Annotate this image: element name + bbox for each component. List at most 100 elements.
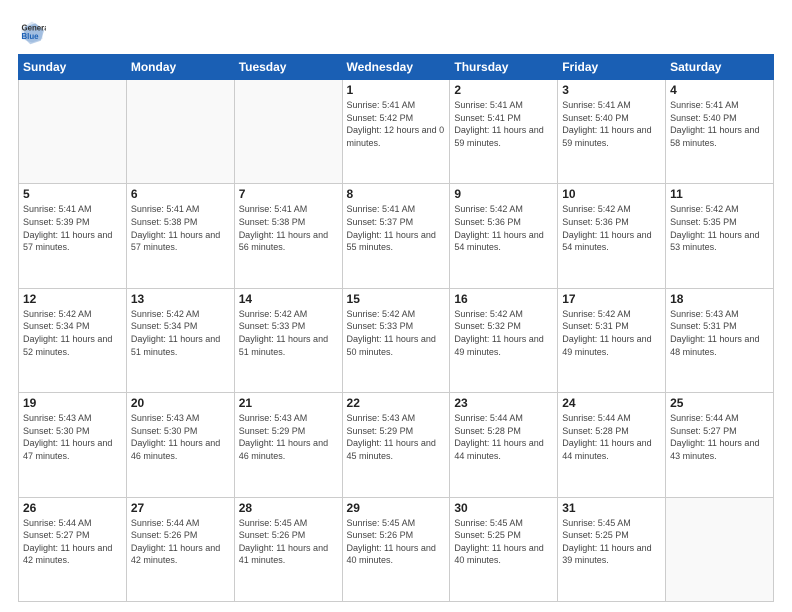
cell-info: Sunrise: 5:42 AMSunset: 5:32 PMDaylight:… (454, 308, 553, 358)
cell-info: Sunrise: 5:44 AMSunset: 5:26 PMDaylight:… (131, 517, 230, 567)
day-header-monday: Monday (126, 55, 234, 80)
day-number: 4 (670, 83, 769, 97)
day-number: 6 (131, 187, 230, 201)
calendar-cell: 29 Sunrise: 5:45 AMSunset: 5:26 PMDayligh… (342, 497, 450, 601)
cell-info: Sunrise: 5:43 AMSunset: 5:31 PMDaylight:… (670, 308, 769, 358)
day-number: 28 (239, 501, 338, 515)
cell-info: Sunrise: 5:43 AMSunset: 5:29 PMDaylight:… (347, 412, 446, 462)
cell-info: Sunrise: 5:42 AMSunset: 5:35 PMDaylight:… (670, 203, 769, 253)
calendar-week-row: 26 Sunrise: 5:44 AMSunset: 5:27 PMDayligh… (19, 497, 774, 601)
calendar-cell: 2 Sunrise: 5:41 AMSunset: 5:41 PMDaylight… (450, 80, 558, 184)
day-number: 26 (23, 501, 122, 515)
calendar-cell: 9 Sunrise: 5:42 AMSunset: 5:36 PMDaylight… (450, 184, 558, 288)
calendar-cell: 27 Sunrise: 5:44 AMSunset: 5:26 PMDayligh… (126, 497, 234, 601)
cell-info: Sunrise: 5:44 AMSunset: 5:28 PMDaylight:… (454, 412, 553, 462)
cell-info: Sunrise: 5:41 AMSunset: 5:40 PMDaylight:… (670, 99, 769, 149)
calendar-cell (126, 80, 234, 184)
cell-info: Sunrise: 5:41 AMSunset: 5:42 PMDaylight:… (347, 99, 446, 149)
calendar-week-row: 19 Sunrise: 5:43 AMSunset: 5:30 PMDayligh… (19, 393, 774, 497)
day-number: 30 (454, 501, 553, 515)
day-number: 18 (670, 292, 769, 306)
page: General Blue SundayMondayTuesdayWednesda… (0, 0, 792, 612)
cell-info: Sunrise: 5:42 AMSunset: 5:34 PMDaylight:… (131, 308, 230, 358)
calendar-cell: 21Sunrise: 5:43 AMSunset: 5:29 PMDayligh… (234, 393, 342, 497)
cell-info: Sunrise: 5:45 AMSunset: 5:26 PMDaylight:… (239, 517, 338, 567)
day-number: 24 (562, 396, 661, 410)
cell-info: Sunrise: 5:42 AMSunset: 5:36 PMDaylight:… (562, 203, 661, 253)
calendar-cell: 16 Sunrise: 5:42 AMSunset: 5:32 PMDayligh… (450, 288, 558, 392)
cell-info: Sunrise: 5:42 AMSunset: 5:34 PMDaylight:… (23, 308, 122, 358)
day-header-friday: Friday (558, 55, 666, 80)
cell-info: Sunrise: 5:42 AMSunset: 5:36 PMDaylight:… (454, 203, 553, 253)
calendar-cell: 12 Sunrise: 5:42 AMSunset: 5:34 PMDayligh… (19, 288, 127, 392)
day-header-tuesday: Tuesday (234, 55, 342, 80)
day-number: 14 (239, 292, 338, 306)
calendar-cell: 31Sunrise: 5:45 AMSunset: 5:25 PMDayligh… (558, 497, 666, 601)
day-number: 8 (347, 187, 446, 201)
cell-info: Sunrise: 5:43 AMSunset: 5:30 PMDaylight:… (23, 412, 122, 462)
calendar-cell: 14Sunrise: 5:42 AMSunset: 5:33 PMDayligh… (234, 288, 342, 392)
cell-info: Sunrise: 5:44 AMSunset: 5:27 PMDaylight:… (670, 412, 769, 462)
day-number: 11 (670, 187, 769, 201)
day-number: 21 (239, 396, 338, 410)
calendar-cell: 18 Sunrise: 5:43 AMSunset: 5:31 PMDayligh… (666, 288, 774, 392)
cell-info: Sunrise: 5:41 AMSunset: 5:40 PMDaylight:… (562, 99, 661, 149)
day-header-saturday: Saturday (666, 55, 774, 80)
day-number: 12 (23, 292, 122, 306)
day-number: 23 (454, 396, 553, 410)
svg-text:General: General (22, 23, 47, 32)
day-number: 9 (454, 187, 553, 201)
cell-info: Sunrise: 5:45 AMSunset: 5:26 PMDaylight:… (347, 517, 446, 567)
calendar-cell: 30 Sunrise: 5:45 AMSunset: 5:25 PMDayligh… (450, 497, 558, 601)
calendar-cell: 24 Sunrise: 5:44 AMSunset: 5:28 PMDayligh… (558, 393, 666, 497)
day-number: 22 (347, 396, 446, 410)
cell-info: Sunrise: 5:42 AMSunset: 5:33 PMDaylight:… (347, 308, 446, 358)
cell-info: Sunrise: 5:44 AMSunset: 5:27 PMDaylight:… (23, 517, 122, 567)
day-number: 19 (23, 396, 122, 410)
cell-info: Sunrise: 5:44 AMSunset: 5:28 PMDaylight:… (562, 412, 661, 462)
day-number: 16 (454, 292, 553, 306)
day-number: 2 (454, 83, 553, 97)
day-number: 29 (347, 501, 446, 515)
day-number: 31 (562, 501, 661, 515)
day-number: 15 (347, 292, 446, 306)
calendar-cell: 20 Sunrise: 5:43 AMSunset: 5:30 PMDayligh… (126, 393, 234, 497)
cell-info: Sunrise: 5:41 AMSunset: 5:37 PMDaylight:… (347, 203, 446, 253)
day-number: 5 (23, 187, 122, 201)
day-header-sunday: Sunday (19, 55, 127, 80)
calendar-week-row: 1 Sunrise: 5:41 AMSunset: 5:42 PMDaylight… (19, 80, 774, 184)
day-number: 7 (239, 187, 338, 201)
day-number: 17 (562, 292, 661, 306)
day-header-row: SundayMondayTuesdayWednesdayThursdayFrid… (19, 55, 774, 80)
cell-info: Sunrise: 5:41 AMSunset: 5:38 PMDaylight:… (131, 203, 230, 253)
cell-info: Sunrise: 5:45 AMSunset: 5:25 PMDaylight:… (454, 517, 553, 567)
cell-info: Sunrise: 5:42 AMSunset: 5:31 PMDaylight:… (562, 308, 661, 358)
calendar-table: SundayMondayTuesdayWednesdayThursdayFrid… (18, 54, 774, 602)
cell-info: Sunrise: 5:41 AMSunset: 5:38 PMDaylight:… (239, 203, 338, 253)
day-number: 1 (347, 83, 446, 97)
day-header-thursday: Thursday (450, 55, 558, 80)
calendar-cell: 28 Sunrise: 5:45 AMSunset: 5:26 PMDayligh… (234, 497, 342, 601)
calendar-cell: 17 Sunrise: 5:42 AMSunset: 5:31 PMDayligh… (558, 288, 666, 392)
cell-info: Sunrise: 5:41 AMSunset: 5:41 PMDaylight:… (454, 99, 553, 149)
calendar-cell: 5 Sunrise: 5:41 AMSunset: 5:39 PMDaylight… (19, 184, 127, 288)
svg-text:Blue: Blue (22, 32, 40, 41)
calendar-week-row: 12 Sunrise: 5:42 AMSunset: 5:34 PMDayligh… (19, 288, 774, 392)
header: General Blue (18, 18, 774, 46)
calendar-cell: 4 Sunrise: 5:41 AMSunset: 5:40 PMDaylight… (666, 80, 774, 184)
calendar-cell: 6 Sunrise: 5:41 AMSunset: 5:38 PMDaylight… (126, 184, 234, 288)
calendar-cell: 23 Sunrise: 5:44 AMSunset: 5:28 PMDayligh… (450, 393, 558, 497)
logo: General Blue (18, 18, 50, 46)
day-number: 20 (131, 396, 230, 410)
calendar-cell: 7 Sunrise: 5:41 AMSunset: 5:38 PMDaylight… (234, 184, 342, 288)
cell-info: Sunrise: 5:41 AMSunset: 5:39 PMDaylight:… (23, 203, 122, 253)
calendar-cell: 10Sunrise: 5:42 AMSunset: 5:36 PMDayligh… (558, 184, 666, 288)
calendar-cell: 11 Sunrise: 5:42 AMSunset: 5:35 PMDayligh… (666, 184, 774, 288)
day-number: 25 (670, 396, 769, 410)
calendar-cell: 25 Sunrise: 5:44 AMSunset: 5:27 PMDayligh… (666, 393, 774, 497)
calendar-cell: 15 Sunrise: 5:42 AMSunset: 5:33 PMDayligh… (342, 288, 450, 392)
day-number: 27 (131, 501, 230, 515)
cell-info: Sunrise: 5:43 AMSunset: 5:30 PMDaylight:… (131, 412, 230, 462)
calendar-cell: 19 Sunrise: 5:43 AMSunset: 5:30 PMDayligh… (19, 393, 127, 497)
logo-icon: General Blue (18, 18, 46, 46)
